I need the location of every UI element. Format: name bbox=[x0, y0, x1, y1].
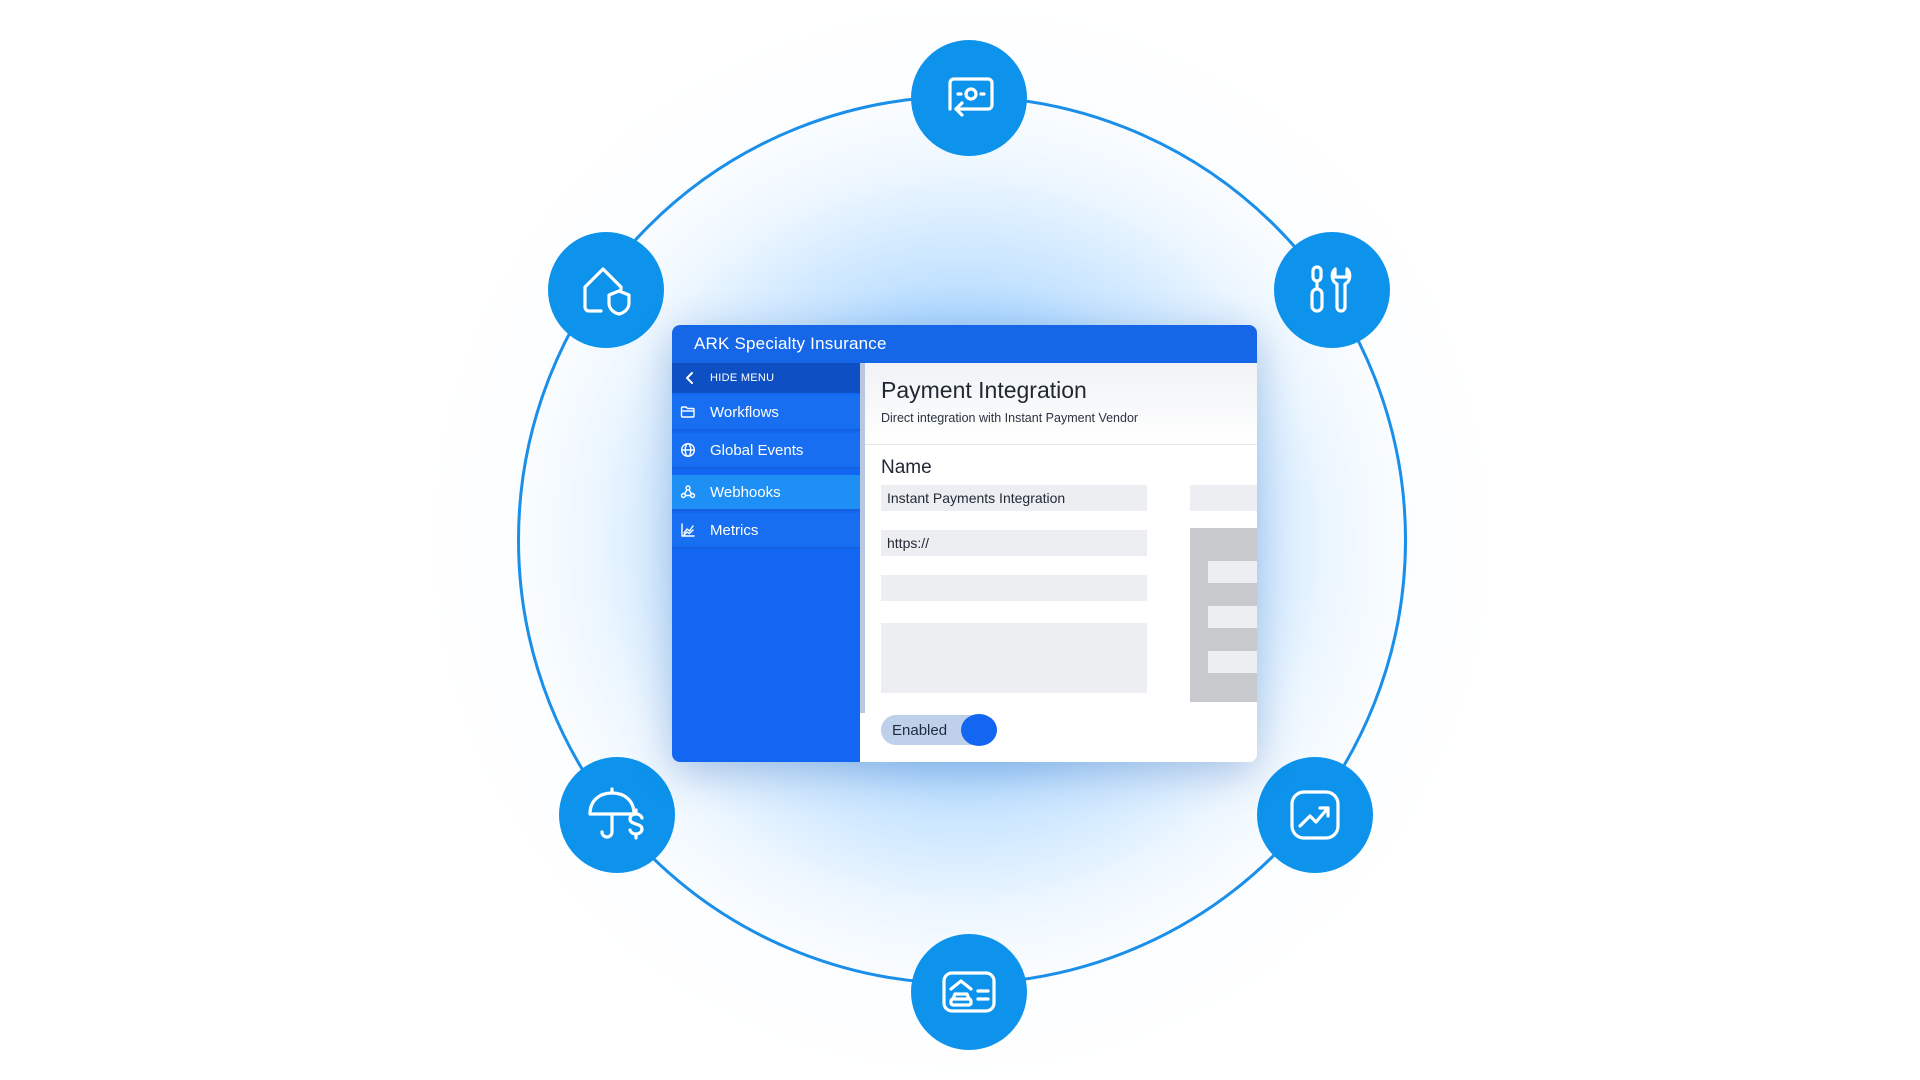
sidebar-item-metrics[interactable]: Metrics bbox=[672, 513, 860, 549]
content-header: Payment Integration Direct integration w… bbox=[865, 363, 1257, 445]
enabled-toggle[interactable]: Enabled bbox=[881, 714, 997, 746]
hide-menu-button[interactable]: HIDE MENU bbox=[672, 363, 860, 393]
app-title: ARK Specialty Insurance bbox=[672, 325, 1257, 363]
chart-icon bbox=[681, 523, 695, 537]
name-section-label: Name bbox=[881, 457, 932, 478]
sidebar-item-label: Webhooks bbox=[710, 483, 781, 501]
empty-field[interactable] bbox=[881, 575, 1147, 601]
money-transfer-icon bbox=[911, 40, 1027, 156]
globe-icon bbox=[680, 442, 696, 458]
app-window: ARK Specialty Insurance HIDE MENU Workfl… bbox=[672, 325, 1257, 762]
hide-menu-label: HIDE MENU bbox=[710, 372, 775, 384]
side-panel bbox=[1190, 528, 1257, 702]
sidebar-item-global-events[interactable]: Global Events bbox=[672, 433, 860, 469]
home-shield-icon bbox=[548, 232, 664, 348]
page-subtitle: Direct integration with Instant Payment … bbox=[881, 411, 1139, 425]
sidebar-item-webhooks[interactable]: Webhooks bbox=[672, 475, 860, 511]
car-card-icon bbox=[911, 934, 1027, 1050]
sidebar-item-label: Workflows bbox=[710, 403, 779, 421]
umbrella-dollar-icon bbox=[559, 757, 675, 873]
tools-icon bbox=[1274, 232, 1390, 348]
toggle-knob bbox=[961, 714, 997, 746]
growth-chart-icon bbox=[1257, 757, 1373, 873]
sidebar-item-workflows[interactable]: Workflows bbox=[672, 395, 860, 431]
toggle-label: Enabled bbox=[892, 721, 948, 739]
side-panel-row[interactable] bbox=[1208, 606, 1257, 628]
page-title: Payment Integration bbox=[881, 377, 1087, 403]
chevron-left-icon bbox=[686, 372, 693, 384]
side-panel-row[interactable] bbox=[1208, 561, 1257, 583]
sidebar-item-label: Metrics bbox=[710, 521, 759, 539]
description-textarea[interactable] bbox=[881, 623, 1147, 693]
main-content: Payment Integration Direct integration w… bbox=[865, 363, 1257, 762]
sidebar-item-label: Global Events bbox=[710, 441, 804, 459]
url-field[interactable]: https:// bbox=[881, 530, 1147, 556]
folder-icon bbox=[680, 406, 695, 418]
side-panel-row[interactable] bbox=[1208, 651, 1257, 673]
side-field[interactable] bbox=[1190, 485, 1257, 511]
integration-name-field[interactable]: Instant Payments Integration bbox=[881, 485, 1147, 511]
webhook-icon bbox=[680, 485, 696, 499]
sidebar: HIDE MENU Workflows Global Events Webhoo… bbox=[672, 363, 860, 762]
